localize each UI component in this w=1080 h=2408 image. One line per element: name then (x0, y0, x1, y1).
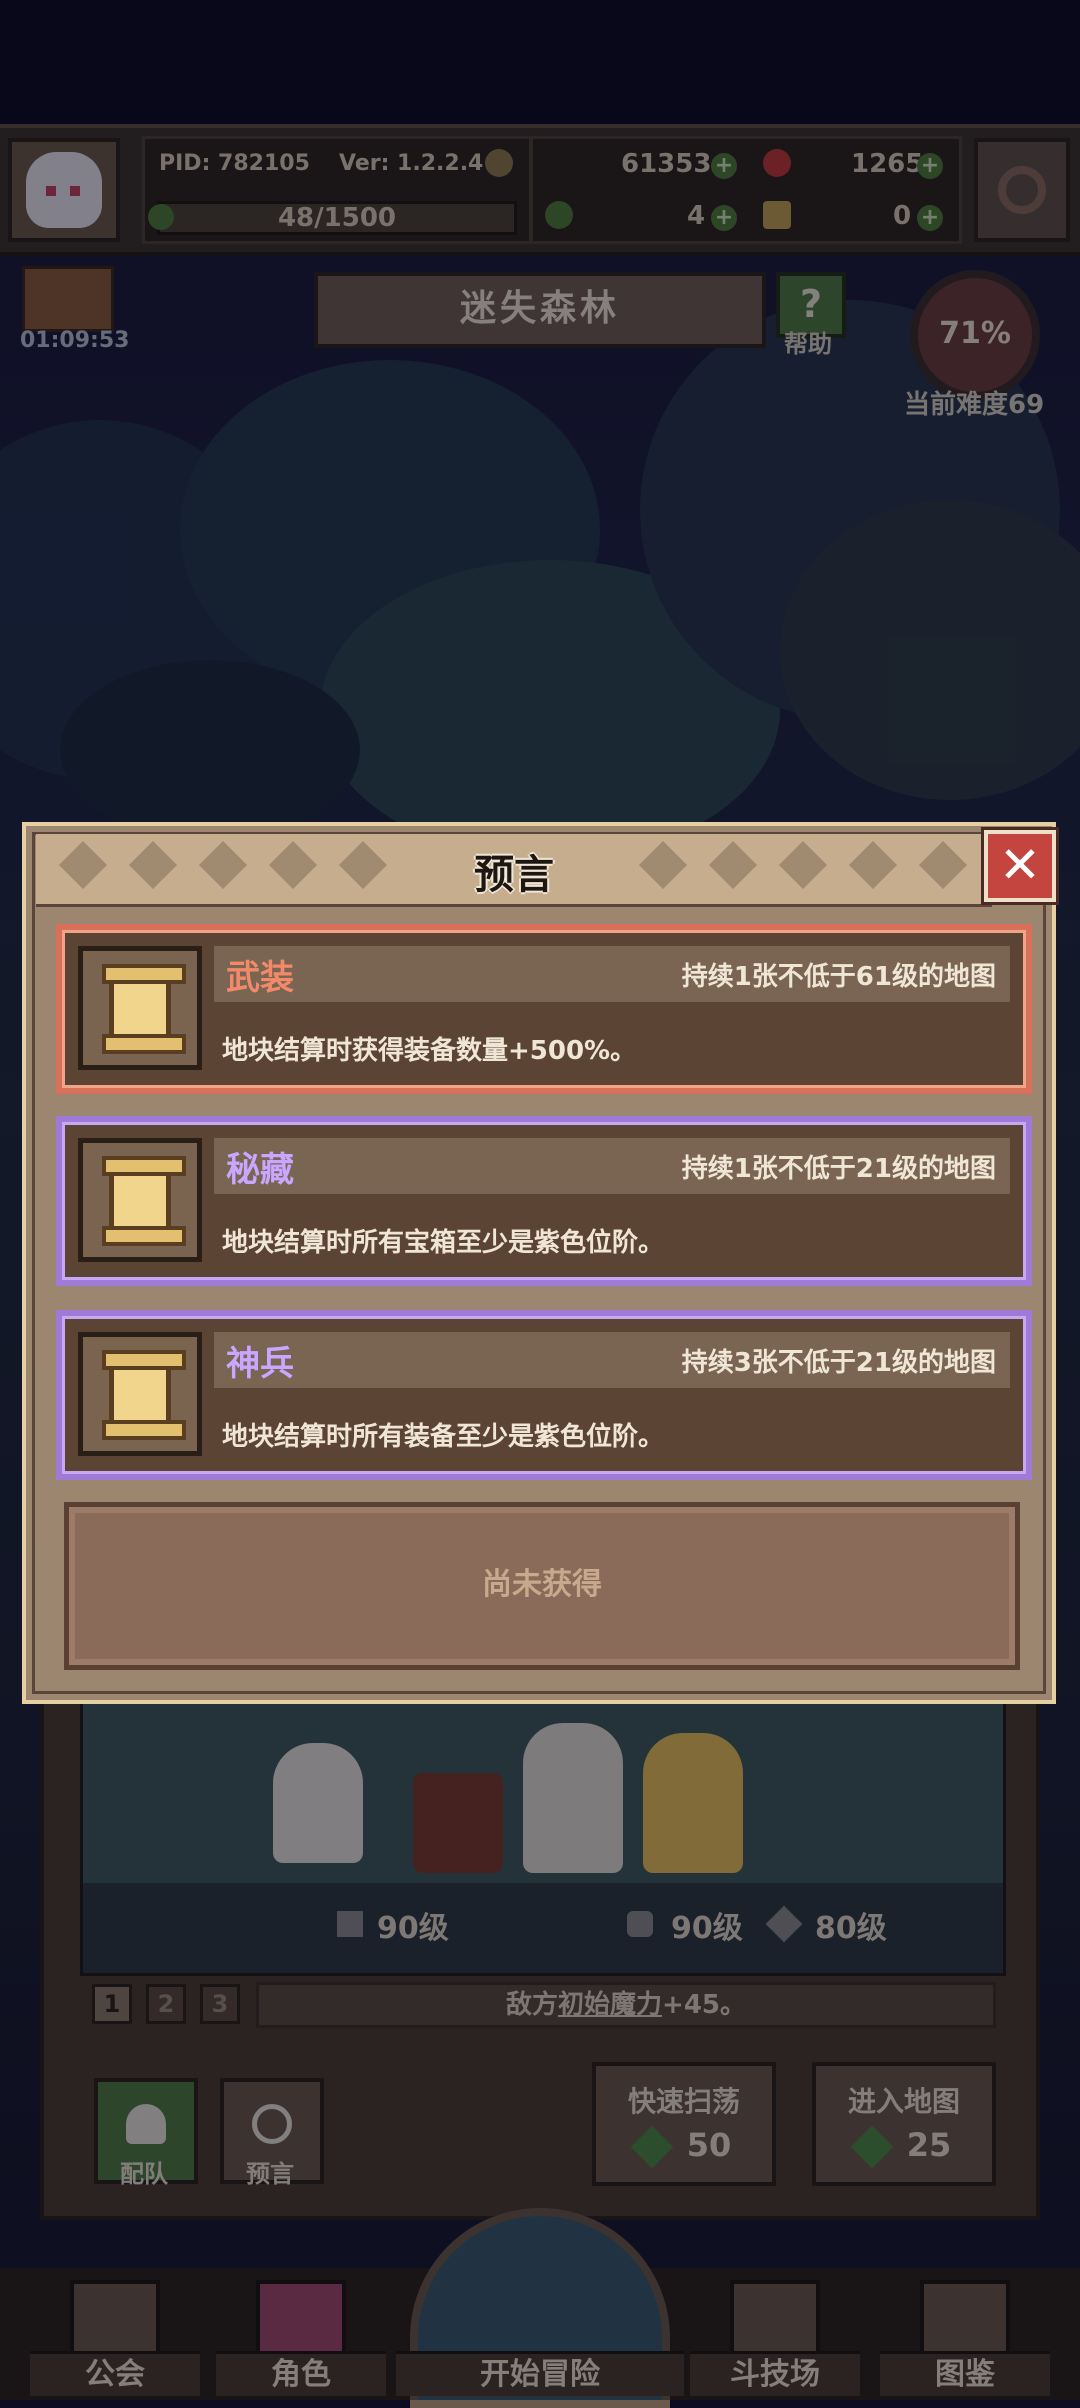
dialog-title: 预言 (474, 852, 554, 898)
prophecy-card[interactable]: 武装 持续1张不低于61级的地图 地块结算时获得装备数量+500%。 (56, 924, 1032, 1094)
card-name: 秘藏 (226, 1150, 294, 1190)
card-name: 武装 (226, 958, 294, 998)
close-button[interactable]: ✕ (981, 827, 1059, 905)
card-condition: 持续1张不低于21级的地图 (681, 1154, 996, 1184)
prophecy-dialog: 预言 ✕ 武装 持续1张不低于61级的地图 地块结算时获得装备数量+500%。 … (22, 822, 1059, 1704)
card-name: 神兵 (226, 1344, 294, 1384)
scroll-icon (78, 1332, 202, 1456)
scroll-icon (78, 1138, 202, 1262)
scroll-icon (78, 946, 202, 1070)
dialog-header: 预言 (36, 834, 992, 907)
card-description: 地块结算时所有宝箱至少是紫色位阶。 (222, 1228, 665, 1258)
prophecy-card[interactable]: 秘藏 持续1张不低于21级的地图 地块结算时所有宝箱至少是紫色位阶。 (56, 1116, 1032, 1286)
empty-prophecy-slot: 尚未获得 (64, 1502, 1020, 1670)
card-description: 地块结算时获得装备数量+500%。 (222, 1036, 637, 1066)
prophecy-card[interactable]: 神兵 持续3张不低于21级的地图 地块结算时所有装备至少是紫色位阶。 (56, 1310, 1032, 1480)
close-icon: ✕ (999, 836, 1041, 894)
card-condition: 持续3张不低于21级的地图 (681, 1348, 996, 1378)
card-description: 地块结算时所有装备至少是紫色位阶。 (222, 1422, 665, 1452)
card-condition: 持续1张不低于61级的地图 (681, 962, 996, 992)
